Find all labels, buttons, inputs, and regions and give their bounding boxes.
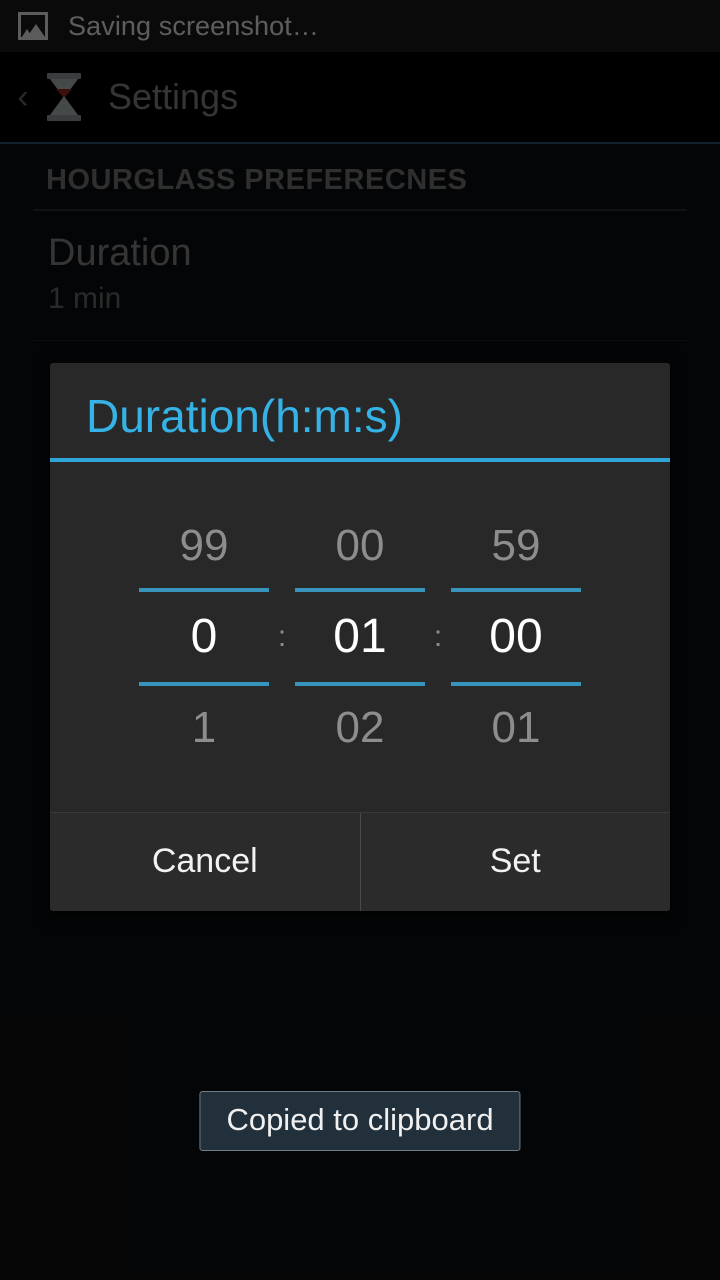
cancel-button[interactable]: Cancel xyxy=(50,812,361,911)
hours-next-value[interactable]: 1 xyxy=(192,700,216,756)
dialog-title: Duration(h:m:s) xyxy=(86,390,403,442)
dialog-button-bar: Cancel Set xyxy=(50,811,670,911)
minutes-selected-value[interactable]: 01 xyxy=(333,592,386,682)
toast-copied-to-clipboard: Copied to clipboard xyxy=(199,1091,521,1152)
seconds-previous-value[interactable]: 59 xyxy=(492,518,541,574)
minutes-number-picker[interactable]: 00 01 02 xyxy=(295,482,425,792)
seconds-bottom-divider xyxy=(451,681,581,686)
device-screen: Saving screenshot… ‹ Settings HOURGLASS … xyxy=(0,0,720,1280)
set-button[interactable]: Set xyxy=(360,812,670,911)
minutes-bottom-divider xyxy=(295,681,425,686)
duration-dialog: Duration(h:m:s) 99 0 1 : 00 01 02 : 59 0… xyxy=(50,363,670,911)
hours-selected-value[interactable]: 0 xyxy=(191,592,218,682)
minutes-seconds-separator: : xyxy=(433,619,443,653)
seconds-next-value[interactable]: 01 xyxy=(492,700,541,756)
seconds-number-picker[interactable]: 59 00 01 xyxy=(451,482,581,792)
minutes-next-value[interactable]: 02 xyxy=(336,700,385,756)
duration-picker-group: 99 0 1 : 00 01 02 : 59 00 01 xyxy=(50,461,670,812)
hours-minutes-separator: : xyxy=(277,619,287,653)
dialog-title-area: Duration(h:m:s) xyxy=(50,363,670,458)
hours-previous-value[interactable]: 99 xyxy=(180,518,229,574)
hours-bottom-divider xyxy=(139,681,269,686)
minutes-previous-value[interactable]: 00 xyxy=(336,518,385,574)
hours-number-picker[interactable]: 99 0 1 xyxy=(139,482,269,792)
seconds-selected-value[interactable]: 00 xyxy=(489,592,542,682)
